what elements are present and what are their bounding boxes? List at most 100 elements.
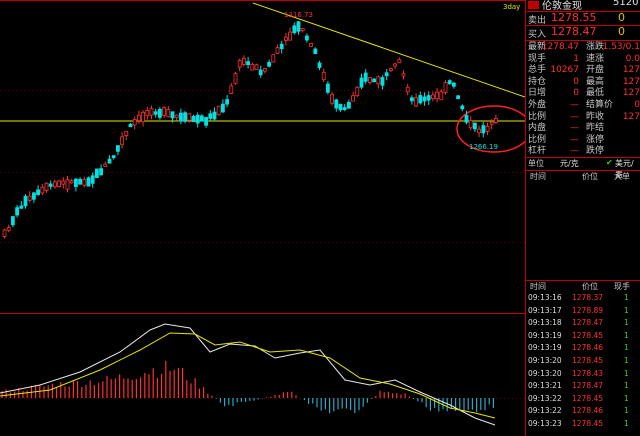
candle-body [65,179,70,190]
candle-body [57,180,61,188]
tick-time: 09:13:22 [528,393,562,403]
candle-body [489,121,494,125]
field-value-2: 127 [622,65,640,76]
field-label-2: 最低 [586,88,605,99]
field-value-2: 1.53/0.1 [602,42,640,52]
candle-body [208,113,213,119]
candle-body [141,111,146,123]
candle-body [53,181,57,188]
tick-time: 09:13:21 [528,381,562,391]
quote-panel: 伦敦金现 5120 卖出 1278.55 0 买入 1278.47 0 最新 12… [525,0,640,436]
header-time: 时间 [530,282,546,291]
candle-body [237,60,242,68]
kline-chart[interactable]: 1316.73 1266.19 3day [0,0,525,436]
tick-row[interactable]: 09:13:20 1278.45 1 [526,355,640,368]
candle-body [376,76,381,85]
field-label-2: 速涨 [586,53,605,64]
candle-body [103,163,108,167]
header-lots: 现手 [614,282,630,291]
tick-volume: 1 [624,305,629,315]
candle-body [166,109,171,118]
tick-row[interactable]: 09:13:22 1278.46 1 [526,405,640,418]
candle-body [414,97,419,107]
buy-price: 1278.47 [551,25,597,38]
candle-body [107,158,112,164]
tick-row[interactable]: 09:13:21 1278.47 1 [526,380,640,393]
field-value-2: 127 [622,88,640,99]
candle-body [384,72,389,77]
field-value-2: 127 [622,111,640,122]
sell-volume: 0 [618,11,625,24]
candle-body [162,107,167,116]
candle-body [393,63,398,67]
candle-body [48,183,53,187]
unit-row: 单位 元/克 ✔ 美元/盎 [526,158,640,179]
tick-row[interactable]: 09:13:18 1278.47 1 [526,317,640,330]
tick-volume: 1 [624,330,629,340]
field-value: 0 [573,88,579,99]
field-label: 持仓 [528,76,547,87]
candle-body [199,115,204,122]
candle-body [99,168,103,176]
candle-body [241,57,246,65]
candle-body [174,114,179,118]
candle-body [178,112,183,122]
big-order-header: 时间 价位 大单 [526,171,640,183]
tick-price: 1278.89 [572,305,604,315]
field-label-2: 昨结 [586,123,605,134]
candle-body [430,94,435,100]
tick-time: 09:13:16 [528,293,562,302]
candle-body [2,229,7,237]
field-label: 比例 [528,134,547,145]
tick-volume: 1 [624,381,629,391]
candle-body [460,105,465,110]
candle-body [372,78,377,83]
tick-row[interactable]: 09:13:23 1278.45 1 [526,418,640,431]
tick-volume: 1 [624,356,629,365]
candle-body [388,68,393,72]
candle-body [111,155,116,159]
candle-body [271,54,276,63]
candle-body [191,115,196,123]
tick-row[interactable]: 09:13:22 1278.45 1 [526,393,640,406]
candle-body [481,125,486,134]
candle-body [136,114,141,122]
unit-value: 元/克 [560,159,579,168]
buy-row[interactable]: 买入 1278.47 0 [526,25,640,40]
candle-body [300,28,305,32]
kline-svg: 1316.73 1266.19 3day [0,0,525,426]
field-value: 1 [573,53,579,64]
candle-body [145,110,150,117]
instrument-code: 5120 [613,0,639,8]
tick-row[interactable]: 09:13:19 1278.46 1 [526,342,640,355]
sell-price: 1278.55 [551,11,597,24]
candle-body [19,205,24,209]
field-label-2: 昨收 [586,111,605,122]
candle-body [149,108,154,116]
candle-body [367,77,372,83]
candle-body [69,180,74,184]
candle-body [95,168,99,178]
tick-time: 09:13:22 [528,406,562,416]
buy-label: 买入 [528,30,547,40]
candle-body [157,108,162,118]
field-label: 总手 [528,65,547,76]
low-price-label: 1266.19 [469,143,498,151]
tick-row[interactable]: 09:13:19 1278.45 1 [526,330,640,343]
field-label: 内盘 [528,123,547,134]
tick-row[interactable]: 09:13:20 1278.43 1 [526,368,640,381]
candle-body [40,186,45,194]
tick-row[interactable]: 09:13:17 1278.89 1 [526,305,640,318]
candle-body [15,207,20,216]
candle-body [187,113,192,121]
candles-group [2,21,498,239]
tick-volume: 1 [624,393,629,403]
tick-price: 1278.43 [572,368,604,378]
tick-price: 1278.45 [572,419,604,428]
candle-body [304,35,309,41]
sell-row[interactable]: 卖出 1278.55 0 [526,11,640,26]
tick-row[interactable]: 09:13:16 1278.37 1 [526,292,640,305]
field-label-2: 涨停 [586,134,605,145]
candle-body [204,117,209,126]
candle-body [216,105,221,116]
